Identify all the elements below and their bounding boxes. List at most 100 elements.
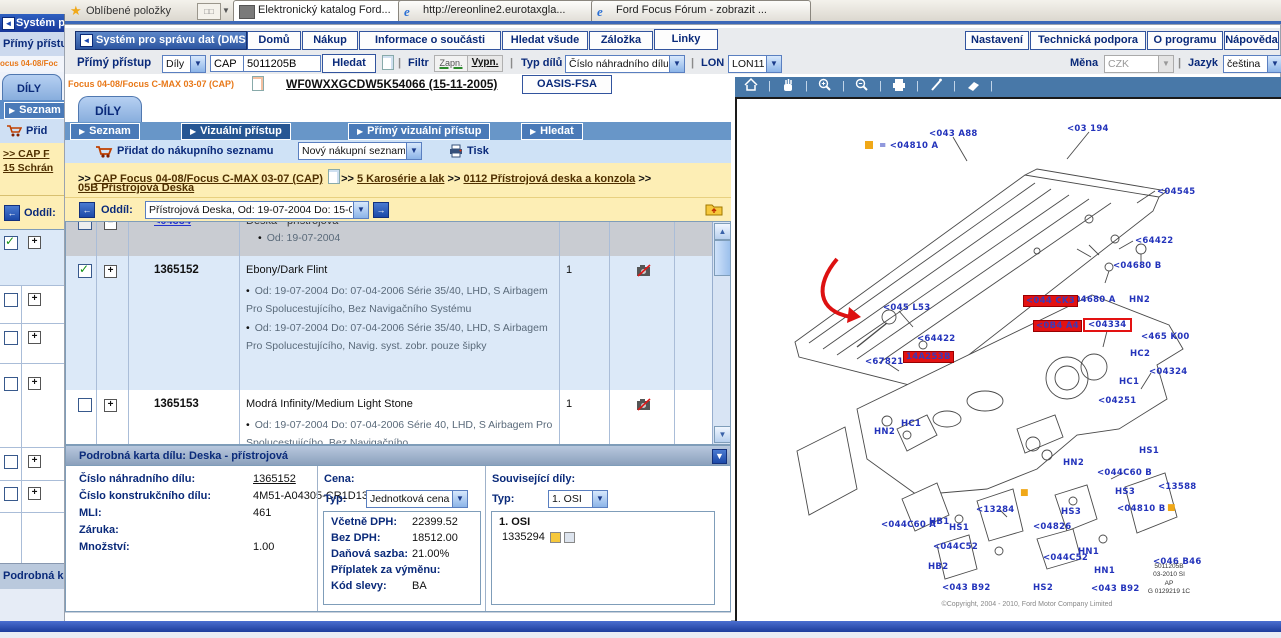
nav-domu-button[interactable]: Domů bbox=[247, 31, 301, 50]
bg-row-checkbox[interactable] bbox=[4, 331, 18, 345]
diagram-callout[interactable]: HB1 bbox=[929, 517, 949, 527]
no-image-icon[interactable] bbox=[636, 398, 652, 411]
table-row-group[interactable]: − <04334 Deska - přístrojová •Od: 19-07-… bbox=[66, 222, 712, 257]
scroll-thumb[interactable] bbox=[714, 240, 731, 276]
diagram-canvas[interactable]: = <04810 A <043 A88<03 194<04545<64422<0… bbox=[735, 97, 1281, 631]
bg-row-checkbox[interactable] bbox=[4, 455, 18, 469]
bg-row-checkbox[interactable] bbox=[4, 487, 18, 501]
nav-nakup-button[interactable]: Nákup bbox=[302, 31, 358, 50]
diagram-callout[interactable]: <04826 bbox=[1033, 522, 1072, 532]
diagram-callout[interactable]: <044C52 bbox=[1043, 553, 1088, 563]
diagram-callout[interactable]: HS1 bbox=[949, 523, 969, 533]
table-row-1365152[interactable]: ✓ + 1365152 Ebony/Dark Flint •Od: 19-07-… bbox=[66, 256, 712, 391]
diagram-callout[interactable]: HN2 bbox=[1063, 458, 1084, 468]
scroll-down-icon[interactable]: ▼ bbox=[714, 426, 731, 443]
pan-hand-icon[interactable] bbox=[780, 77, 796, 96]
copy-page-icon[interactable] bbox=[382, 55, 394, 70]
bg-row-checkbox[interactable] bbox=[4, 377, 18, 391]
related-part-icon[interactable] bbox=[564, 532, 575, 543]
toolbar-hledat-button[interactable]: ▶Hledat bbox=[521, 123, 583, 140]
bg-back-button[interactable]: ← bbox=[4, 205, 20, 221]
nav-zalozka-button[interactable]: Záložka bbox=[589, 31, 653, 50]
print-label[interactable]: Tisk bbox=[467, 145, 489, 157]
favorites-star-icon[interactable]: ★ bbox=[70, 3, 82, 19]
related-part-link[interactable]: 1335294 bbox=[502, 531, 545, 543]
part-number[interactable]: 1365152 bbox=[154, 264, 199, 276]
bg-row-checkbox[interactable]: ✓ bbox=[4, 236, 18, 250]
diagram-callout[interactable]: <04810 B bbox=[1117, 504, 1166, 514]
diagram-callout[interactable]: <044C52 bbox=[933, 542, 978, 552]
vin-link[interactable]: WF0WXXGCDW5K54066 (15-11-2005) bbox=[286, 77, 497, 91]
quick-tabs-icon[interactable]: □□ bbox=[197, 3, 221, 20]
cap-field[interactable] bbox=[210, 55, 244, 72]
related-type-select[interactable]: 1. OSI▼ bbox=[548, 490, 608, 508]
filter-off-toggle[interactable]: Vypn. bbox=[467, 55, 503, 72]
diagram-callout[interactable]: HC1 bbox=[1119, 377, 1139, 387]
oddil-select[interactable]: Přístrojová Deska, Od: 19-07-2004 Do: 15… bbox=[145, 201, 369, 219]
detail-collapse-button[interactable]: ▼ bbox=[712, 449, 727, 464]
diagram-callout[interactable]: <04324 bbox=[1149, 367, 1188, 377]
diagram-callout[interactable]: <67821 bbox=[865, 357, 904, 367]
orange-square-marker[interactable]: ■ bbox=[1167, 503, 1176, 513]
diagram-callout[interactable]: HB2 bbox=[928, 562, 948, 572]
diagram-callout[interactable]: <044 CK3 bbox=[1023, 295, 1078, 307]
row-checkbox[interactable] bbox=[78, 398, 92, 412]
expand-icon[interactable]: + bbox=[104, 399, 117, 412]
expand-icon[interactable]: + bbox=[104, 265, 117, 278]
part-number-input[interactable] bbox=[243, 55, 321, 72]
diagram-callout[interactable]: <04545 bbox=[1157, 187, 1196, 197]
search-button[interactable]: Hledat bbox=[322, 54, 376, 73]
part-number[interactable]: 1365153 bbox=[154, 398, 199, 410]
shopping-list-select[interactable]: Nový nákupní seznam▼ bbox=[298, 142, 422, 160]
diagram-callout[interactable]: <03 194 bbox=[1067, 124, 1109, 134]
diagram-callout[interactable]: <043 B92 bbox=[1091, 584, 1140, 594]
price-type-select[interactable]: Jednotková cena▼ bbox=[366, 490, 468, 508]
bg-crumb-link[interactable]: >> CAP F bbox=[3, 148, 50, 160]
collapse-icon[interactable]: − bbox=[104, 222, 117, 230]
breadcrumb-subgroup-link[interactable]: 0112 Přístrojová deska a konzola bbox=[463, 173, 635, 185]
nav-o-programu-button[interactable]: O programu bbox=[1147, 31, 1223, 50]
scroll-up-icon[interactable]: ▲ bbox=[714, 223, 731, 240]
part-type-select[interactable]: Číslo náhradního dílu▼ bbox=[565, 55, 685, 73]
diagram-callout[interactable]: <04680 B bbox=[1113, 261, 1162, 271]
filter-on-toggle[interactable]: Zapn. bbox=[434, 55, 468, 72]
no-image-icon[interactable] bbox=[636, 264, 652, 277]
tab-dily[interactable]: DÍLY bbox=[78, 96, 142, 123]
section-next-button[interactable]: → bbox=[373, 202, 389, 218]
bg-expand-icon[interactable]: + bbox=[28, 331, 41, 344]
nav-dms-button[interactable]: ◄ Systém pro správu dat (DMS) bbox=[75, 31, 247, 50]
bg-expand-icon[interactable]: + bbox=[28, 293, 41, 306]
bg-expand-icon[interactable]: + bbox=[28, 487, 41, 500]
diagram-callout[interactable]: HC1 bbox=[901, 419, 921, 429]
diagram-callout[interactable]: HN2 bbox=[874, 427, 895, 437]
diagram-callout[interactable]: <64422 bbox=[917, 334, 956, 344]
diagram-callout[interactable]: <045 L53 bbox=[883, 303, 930, 313]
folder-up-icon[interactable] bbox=[705, 201, 723, 216]
diagram-callout[interactable]: <04251 bbox=[1098, 396, 1137, 406]
nav-hledat-vsude-button[interactable]: Hledat všude bbox=[502, 31, 588, 50]
part-number-link[interactable]: 1365152 bbox=[253, 473, 296, 485]
eraser-icon[interactable] bbox=[965, 77, 981, 96]
diagram-callout[interactable]: HS3 bbox=[1061, 507, 1081, 517]
diagram-callout[interactable]: 14A253B bbox=[903, 351, 954, 363]
breadcrumb-group-link[interactable]: 5 Karosérie a lak bbox=[357, 173, 444, 185]
orange-square-marker[interactable]: ■ bbox=[1020, 488, 1029, 498]
diagram-callout[interactable]: HC2 bbox=[1130, 349, 1150, 359]
table-scrollbar[interactable]: ▲ ▼ bbox=[712, 222, 731, 444]
toolbar-primy-vizualni-button[interactable]: ▶Přímý vizuální přístup bbox=[348, 123, 490, 140]
related-part-icon[interactable] bbox=[550, 532, 561, 543]
vehicle-page-icon[interactable] bbox=[252, 76, 264, 91]
zoom-out-icon[interactable] bbox=[854, 77, 870, 96]
bg-crumb-link2[interactable]: 15 Schrán bbox=[3, 162, 53, 174]
diagram-callout[interactable]: <13284 bbox=[976, 505, 1015, 515]
diagram-callout[interactable]: HN2 bbox=[1129, 295, 1150, 305]
diagram-callout[interactable]: <465 K00 bbox=[1141, 332, 1190, 342]
nav-informace-button[interactable]: Informace o součásti bbox=[359, 31, 501, 50]
favorites-button[interactable]: Oblíbené položky bbox=[86, 5, 171, 17]
section-prev-button[interactable]: ← bbox=[79, 202, 95, 218]
zoom-in-icon[interactable] bbox=[817, 77, 833, 96]
nav-linky-button[interactable]: Linky bbox=[654, 29, 718, 50]
diagram-callout[interactable]: <0B4 A4 bbox=[1033, 320, 1082, 332]
annotate-pencil-icon[interactable] bbox=[928, 77, 944, 96]
category-select[interactable]: Díly▼ bbox=[162, 55, 206, 73]
